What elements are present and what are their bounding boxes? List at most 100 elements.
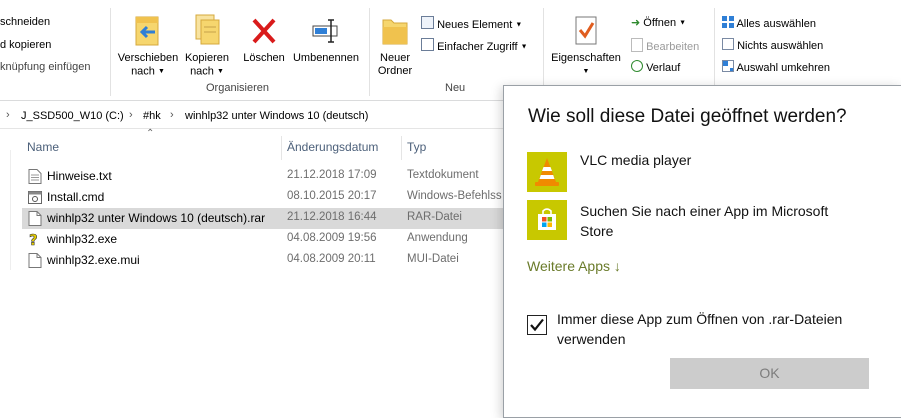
file-date: 08.10.2015 20:17 <box>287 190 377 202</box>
file-row-selected[interactable]: winhlp32 unter Windows 10 (deutsch).rar … <box>22 208 512 229</box>
blank-file-icon <box>28 253 42 268</box>
breadcrumb-separator: › <box>129 109 133 121</box>
breadcrumb-separator: › <box>6 109 10 121</box>
rename-icon <box>312 19 338 43</box>
copy-to-label: Kopieren <box>184 52 230 64</box>
file-name: winhlp32 unter Windows 10 (deutsch).rar <box>47 211 266 225</box>
move-to-label: Verschieben <box>117 52 179 64</box>
properties-button[interactable]: Eigenschaften ▼ <box>547 14 625 78</box>
store-app-name-line1: Suchen Sie nach einer App im Microsoft <box>580 203 829 219</box>
open-with-dialog: Wie soll diese Datei geöffnet werden? VL… <box>503 85 901 418</box>
file-row[interactable]: Hinweise.txt 21.12.2018 17:09 Textdokume… <box>22 166 512 187</box>
properties-icon <box>575 16 597 45</box>
cut-button[interactable]: schneiden <box>0 16 50 28</box>
select-none-icon <box>722 38 734 50</box>
ribbon-separator <box>714 8 715 96</box>
invert-selection-button[interactable]: Auswahl umkehren <box>722 60 830 74</box>
breadcrumb-folder-hk[interactable]: #hk <box>143 110 161 122</box>
file-name: winhlp32.exe.mui <box>47 253 140 267</box>
paste-shortcut-button[interactable]: knüpfung einfügen <box>0 61 91 73</box>
always-use-label[interactable]: Immer diese App zum Öffnen von .rar-Date… <box>557 309 877 349</box>
vlc-app-tile[interactable] <box>527 152 567 192</box>
open-icon: ➜ <box>631 17 641 29</box>
dialog-title: Wie soll diese Datei geöffnet werden? <box>528 106 847 127</box>
file-date: 04.08.2009 19:56 <box>287 232 377 244</box>
move-to-sublabel: nach ▼ <box>131 65 165 78</box>
select-all-icon <box>722 16 734 28</box>
checkmark-icon <box>530 318 544 332</box>
file-row[interactable]: winhlp32.exe.mui 04.08.2009 20:11 MUI-Da… <box>22 250 512 271</box>
history-button[interactable]: Verlauf <box>631 60 680 74</box>
new-folder-label: Neuer <box>380 52 410 64</box>
file-type: MUI-Datei <box>407 253 459 265</box>
organize-group-label: Organisieren <box>206 82 269 94</box>
store-app-tile[interactable] <box>527 200 567 240</box>
select-all-label: Alles auswählen <box>736 18 816 30</box>
vlc-app-name[interactable]: VLC media player <box>580 150 691 170</box>
svg-text:?: ? <box>29 232 38 247</box>
new-item-label: Neues Element <box>437 19 513 31</box>
properties-label: Eigenschaften <box>551 52 621 64</box>
history-label: Verlauf <box>646 62 681 74</box>
file-date: 04.08.2009 20:11 <box>287 253 376 265</box>
easy-access-label: Einfacher Zugriff <box>437 41 518 53</box>
store-app-name[interactable]: Suchen Sie nach einer App im Microsoft S… <box>580 201 828 241</box>
new-item-icon <box>421 16 434 29</box>
breadcrumb-current-folder[interactable]: winhlp32 unter Windows 10 (deutsch) <box>185 110 368 122</box>
cmd-file-icon <box>28 191 42 204</box>
ok-button[interactable]: OK <box>670 358 869 389</box>
rename-label: Umbenennen <box>292 52 360 64</box>
vlc-cone-icon <box>535 158 559 186</box>
history-icon <box>631 60 643 72</box>
select-none-button[interactable]: Nichts auswählen <box>722 38 823 52</box>
easy-access-icon <box>421 38 434 51</box>
file-date: 21.12.2018 16:44 <box>287 211 377 223</box>
file-name: winhlp32.exe <box>47 232 118 246</box>
file-name: Hinweise.txt <box>47 169 112 183</box>
copy-to-icon <box>195 14 220 45</box>
move-to-button[interactable]: Verschieben nach ▼ <box>116 14 180 78</box>
column-divider[interactable] <box>401 136 402 160</box>
new-folder-button[interactable]: Neuer Ordner <box>372 14 418 78</box>
file-type: RAR-Datei <box>407 211 462 223</box>
nav-pane-edge <box>0 150 11 270</box>
open-label: Öffnen <box>643 17 677 29</box>
invert-selection-label: Auswahl umkehren <box>736 62 831 74</box>
column-header-date[interactable]: Änderungsdatum <box>287 140 378 154</box>
select-all-button[interactable]: Alles auswählen <box>722 16 816 30</box>
new-group-label: Neu <box>445 82 466 94</box>
file-type: Textdokument <box>407 169 479 181</box>
sort-ascending-icon: ⌃ <box>146 128 155 139</box>
column-header-type[interactable]: Typ <box>407 140 426 154</box>
more-apps-link[interactable]: Weitere Apps ↓ <box>527 258 621 274</box>
file-name: Install.cmd <box>47 190 105 204</box>
ribbon-separator <box>110 8 111 96</box>
delete-label: Löschen <box>243 52 285 64</box>
file-type: Windows-Befehlss <box>407 190 502 202</box>
properties-caret: ▼ <box>582 68 590 75</box>
move-to-icon <box>135 16 159 46</box>
column-header-name[interactable]: Name <box>27 140 59 154</box>
delete-button[interactable]: Löschen <box>240 14 288 65</box>
copy-to-button[interactable]: Kopieren nach ▼ <box>181 14 233 78</box>
breadcrumb-drive[interactable]: J_SSD500_W10 (C:) <box>21 110 124 122</box>
file-row[interactable]: Install.cmd 08.10.2015 20:17 Windows-Bef… <box>22 187 512 208</box>
invert-selection-icon <box>722 60 734 72</box>
column-divider[interactable] <box>281 136 282 160</box>
select-none-label: Nichts auswählen <box>737 40 824 52</box>
copy-to-sublabel: nach ▼ <box>190 65 224 78</box>
blank-file-icon <box>28 211 42 226</box>
edit-button[interactable]: Bearbeiten <box>631 38 699 53</box>
copy-path-button[interactable]: d kopieren <box>0 39 51 51</box>
open-button[interactable]: ➜ Öffnen ▼ <box>631 16 686 29</box>
ribbon-separator <box>543 8 544 96</box>
store-bag-icon <box>538 208 556 230</box>
easy-access-button[interactable]: Einfacher Zugriff ▼ <box>421 38 528 53</box>
file-type: Anwendung <box>407 232 468 244</box>
file-date: 21.12.2018 17:09 <box>287 169 377 181</box>
help-exe-icon: ? <box>29 232 38 247</box>
rename-button[interactable]: Umbenennen <box>289 14 363 65</box>
file-row[interactable]: ? winhlp32.exe 04.08.2009 19:56 Anwendun… <box>22 229 512 250</box>
always-use-checkbox[interactable] <box>527 315 547 335</box>
new-item-button[interactable]: Neues Element ▼ <box>421 16 522 31</box>
